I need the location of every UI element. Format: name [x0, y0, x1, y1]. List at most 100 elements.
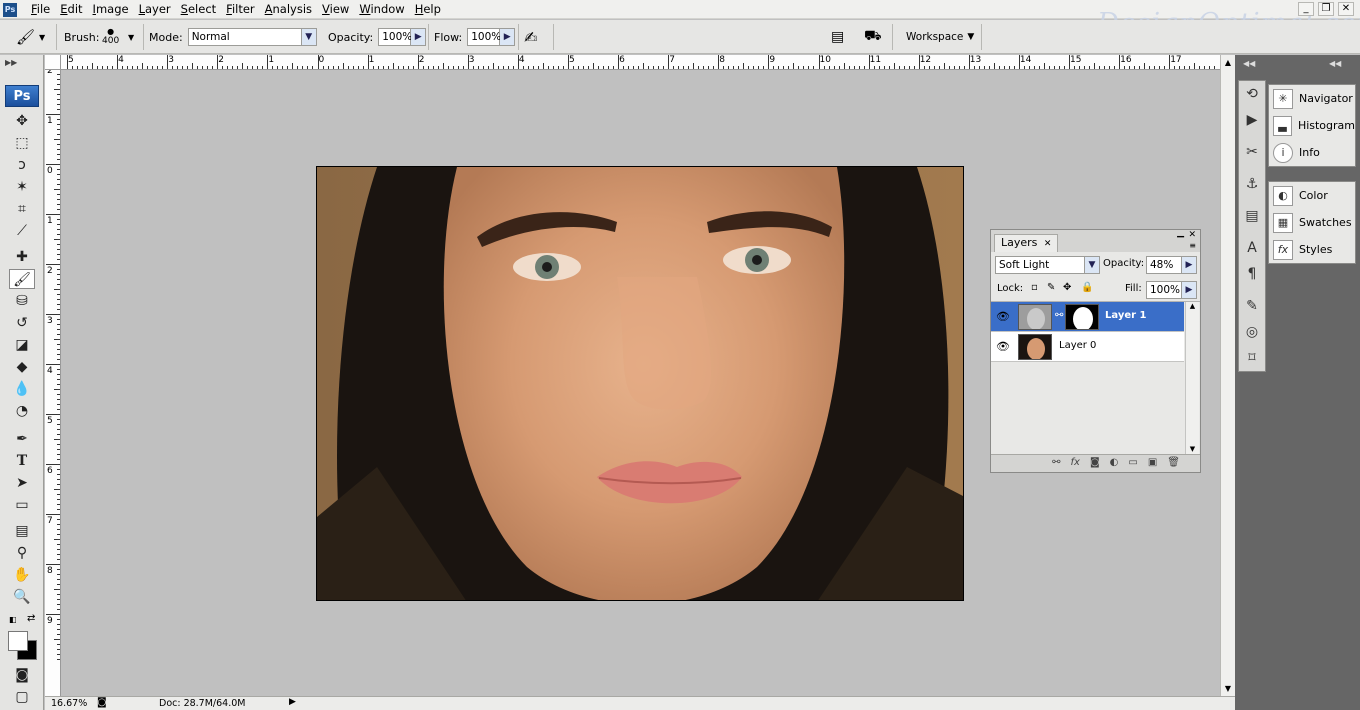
menu-view[interactable]: View	[317, 2, 354, 17]
status-menu-icon[interactable]: ▶	[289, 697, 296, 707]
chevron-down-icon[interactable]: ▼	[1085, 256, 1100, 274]
menu-image[interactable]: Image	[88, 2, 134, 17]
healing-brush-tool-icon[interactable]: ✚	[9, 247, 35, 267]
magic-wand-tool-icon[interactable]: ✶	[9, 177, 35, 197]
screen-mode-icon[interactable]: ▢	[9, 687, 35, 707]
collapse-icon[interactable]: ▶▶	[5, 58, 17, 67]
layer-row[interactable]: 👁 ⚯ Layer 1	[991, 302, 1184, 332]
menu-filter[interactable]: Filter	[221, 2, 259, 17]
mode-select[interactable]: Normal	[187, 28, 302, 46]
layer-style-icon[interactable]: fx	[1071, 455, 1080, 472]
menu-window[interactable]: Window	[354, 2, 409, 17]
new-group-icon[interactable]: ▭	[1128, 455, 1137, 472]
lock-position-icon[interactable]: ✥	[1063, 282, 1071, 293]
brushes-panel-icon[interactable]: ✎	[1239, 293, 1265, 319]
mask-link-icon[interactable]: ⚯	[1055, 310, 1063, 321]
paragraph-panel-icon[interactable]: ¶	[1239, 261, 1265, 287]
restore-icon[interactable]: ❐	[1318, 2, 1334, 16]
move-tool-icon[interactable]: ✥	[9, 111, 35, 131]
lasso-tool-icon[interactable]: ↄ	[9, 155, 35, 175]
shape-tool-icon[interactable]: ▭	[9, 495, 35, 515]
hand-tool-icon[interactable]: ✋	[9, 565, 35, 585]
zoom-tool-icon[interactable]: 🔍	[9, 587, 35, 607]
history-brush-tool-icon[interactable]: ↺	[9, 313, 35, 333]
flow-field[interactable]: 100%	[467, 28, 501, 46]
opacity-field[interactable]: 100%	[378, 28, 412, 46]
chevron-right-icon[interactable]: ▶	[1182, 281, 1197, 299]
horizontal-ruler[interactable]: 5 4 3 2 1 0 1 2 3 4 5 6 7 8 9 10 11 12 13 14 15 16 17	[61, 55, 1220, 70]
path-selection-tool-icon[interactable]: ➤	[9, 473, 35, 493]
panel-histogram[interactable]: ▃ Histogram	[1269, 112, 1355, 139]
reset-colors-icon[interactable]: ◧	[9, 615, 17, 624]
bridge-button[interactable]: ⛟	[864, 20, 882, 54]
panel-swatches[interactable]: ▦ Swatches	[1269, 209, 1355, 236]
eyedropper-tool-icon[interactable]: ⚲	[9, 543, 35, 563]
menu-file[interactable]: File	[26, 2, 55, 17]
adjustment-layer-icon[interactable]: ◐	[1110, 455, 1119, 472]
scroll-up-icon[interactable]: ▲	[1221, 58, 1235, 67]
swap-colors-icon[interactable]: ⇄	[27, 613, 35, 624]
visibility-eye-icon[interactable]: 👁	[995, 310, 1011, 324]
paint-bucket-tool-icon[interactable]: ◆	[9, 357, 35, 377]
doc-info-icon[interactable]: ◙	[97, 697, 107, 708]
vertical-scrollbar[interactable]: ▲ ▼	[1220, 55, 1235, 696]
menu-help[interactable]: Help	[410, 2, 446, 17]
layers-scrollbar[interactable]: ▲ ▼	[1185, 302, 1199, 454]
dodge-tool-icon[interactable]: ◔	[9, 401, 35, 421]
menu-select[interactable]: Select	[176, 2, 222, 17]
panel-info[interactable]: i Info	[1269, 139, 1355, 166]
close-icon[interactable]: ✕	[1044, 239, 1052, 249]
menu-edit[interactable]: Edit	[55, 2, 87, 17]
tool-presets-icon[interactable]: ✂	[1239, 139, 1265, 165]
blur-tool-icon[interactable]: 💧	[9, 379, 35, 399]
add-mask-icon[interactable]: ◙	[1090, 455, 1100, 472]
channels-panel-icon[interactable]: ◎	[1239, 319, 1265, 345]
brush-preset-picker[interactable]: 🖌 ▼	[16, 20, 45, 54]
layer-name[interactable]: Layer 1	[1105, 310, 1146, 321]
slice-tool-icon[interactable]: ⟋	[9, 221, 35, 241]
menu-layer[interactable]: Layer	[134, 2, 176, 17]
crop-tool-icon[interactable]: ⌗	[9, 199, 35, 219]
notes-tool-icon[interactable]: ▤	[9, 521, 35, 541]
close-icon[interactable]: ✕	[1338, 2, 1354, 16]
paths-panel-icon[interactable]: ⌑	[1239, 345, 1265, 371]
link-layers-icon[interactable]: ⚯	[1052, 455, 1060, 472]
panel-close-icon[interactable]: ✕	[1188, 230, 1196, 240]
visibility-eye-icon[interactable]: 👁	[995, 340, 1011, 354]
layer-name[interactable]: Layer 0	[1059, 340, 1096, 351]
chevron-right-icon[interactable]: ▶	[1182, 256, 1197, 274]
minimize-icon[interactable]: _	[1298, 2, 1314, 16]
dock-collapse-icon[interactable]: ◀◀	[1243, 59, 1255, 68]
dock-collapse-icon[interactable]: ◀◀	[1329, 59, 1341, 68]
new-layer-icon[interactable]: ▣	[1148, 455, 1157, 472]
document-image[interactable]	[316, 166, 964, 601]
marquee-tool-icon[interactable]: ⬚	[9, 133, 35, 153]
lock-transparency-icon[interactable]: ▫	[1031, 282, 1038, 293]
scroll-down-icon[interactable]: ▼	[1186, 445, 1199, 453]
layer-comps-icon[interactable]: ▤	[1239, 203, 1265, 229]
history-panel-icon[interactable]: ⟲	[1239, 81, 1265, 107]
panel-styles[interactable]: fx Styles	[1269, 236, 1355, 263]
panel-navigator[interactable]: ✳ Navigator	[1269, 85, 1355, 112]
pen-tool-icon[interactable]: ✒	[9, 429, 35, 449]
scroll-down-icon[interactable]: ▼	[1221, 684, 1235, 693]
blend-mode-select[interactable]: Soft Light	[995, 256, 1085, 274]
zoom-level[interactable]: 16.67%	[51, 698, 87, 709]
fill-field[interactable]: 100%	[1146, 281, 1182, 299]
clone-stamp-tool-icon[interactable]: ⛁	[9, 291, 35, 311]
lock-pixels-icon[interactable]: ✎	[1047, 282, 1055, 293]
brush-tool-icon[interactable]: 🖌	[9, 269, 35, 289]
lock-all-icon[interactable]: 🔒	[1081, 282, 1093, 293]
airbrush-toggle[interactable]: ✍	[524, 20, 537, 54]
chevron-right-icon[interactable]: ▶	[411, 28, 427, 46]
type-tool-icon[interactable]: T	[9, 451, 35, 471]
delete-layer-icon[interactable]: 🗑	[1167, 455, 1180, 472]
chevron-down-icon[interactable]: ▼	[301, 28, 317, 46]
palette-well-button[interactable]: ▤	[831, 20, 844, 54]
tab-layers[interactable]: Layers ✕	[994, 234, 1059, 252]
panel-color[interactable]: ◐ Color	[1269, 182, 1355, 209]
clone-source-icon[interactable]: ⚓	[1239, 171, 1265, 197]
character-panel-icon[interactable]: A	[1239, 235, 1265, 261]
layer-row[interactable]: 👁 Layer 0	[991, 332, 1184, 362]
menu-analysis[interactable]: Analysis	[260, 2, 317, 17]
